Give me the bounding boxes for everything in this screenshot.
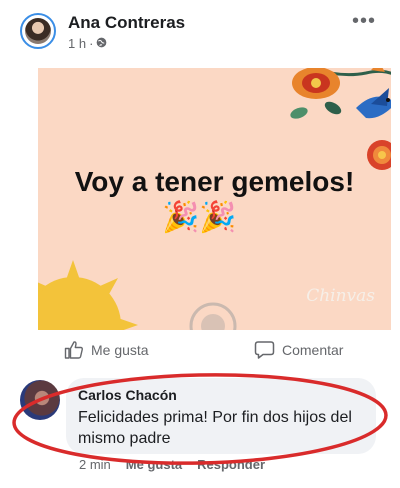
post-action-bar: Me gusta Comentar (0, 332, 400, 372)
more-options-icon[interactable]: ••• (352, 10, 376, 33)
post-image-text: Voy a tener gemelos! (74, 166, 355, 197)
brand-watermark: Chinvas (306, 286, 375, 306)
comment-actions: 2 min Me gusta Responder (79, 457, 265, 472)
post-time[interactable]: 1 h (68, 36, 86, 51)
comment-like-link[interactable]: Me gusta (126, 457, 182, 472)
post-header: Ana Contreras 1 h · ••• (0, 0, 400, 66)
globe-icon (96, 36, 107, 51)
comment-button[interactable]: Comentar (254, 340, 343, 360)
like-icon (64, 341, 83, 359)
comment-time: 2 min (79, 457, 111, 472)
separator-dot: · (89, 36, 94, 51)
author-name[interactable]: Ana Contreras (68, 13, 185, 33)
sun-decoration-icon (38, 260, 138, 330)
comment-reply-link[interactable]: Responder (197, 457, 265, 472)
comment-section: Carlos Chacón Felicidades prima! Por fin… (0, 372, 400, 488)
like-button[interactable]: Me gusta (64, 340, 149, 360)
like-label: Me gusta (91, 342, 149, 358)
commenter-avatar[interactable] (20, 380, 60, 420)
watermark-seal-icon (189, 302, 237, 330)
comment-icon (254, 341, 275, 359)
commenter-name[interactable]: Carlos Chacón (78, 387, 177, 403)
author-avatar[interactable] (20, 13, 56, 49)
comment-label: Comentar (282, 342, 344, 358)
post-meta: 1 h · (68, 36, 107, 51)
comment-text: Felicidades prima! Por fin dos hijos del… (78, 409, 352, 447)
post-image[interactable]: Voy a tener gemelos! 🎉🎉 Chinvas (38, 68, 391, 330)
comment-bubble: Carlos Chacón Felicidades prima! Por fin… (66, 378, 376, 454)
party-popper-icon: 🎉🎉 (162, 201, 237, 234)
